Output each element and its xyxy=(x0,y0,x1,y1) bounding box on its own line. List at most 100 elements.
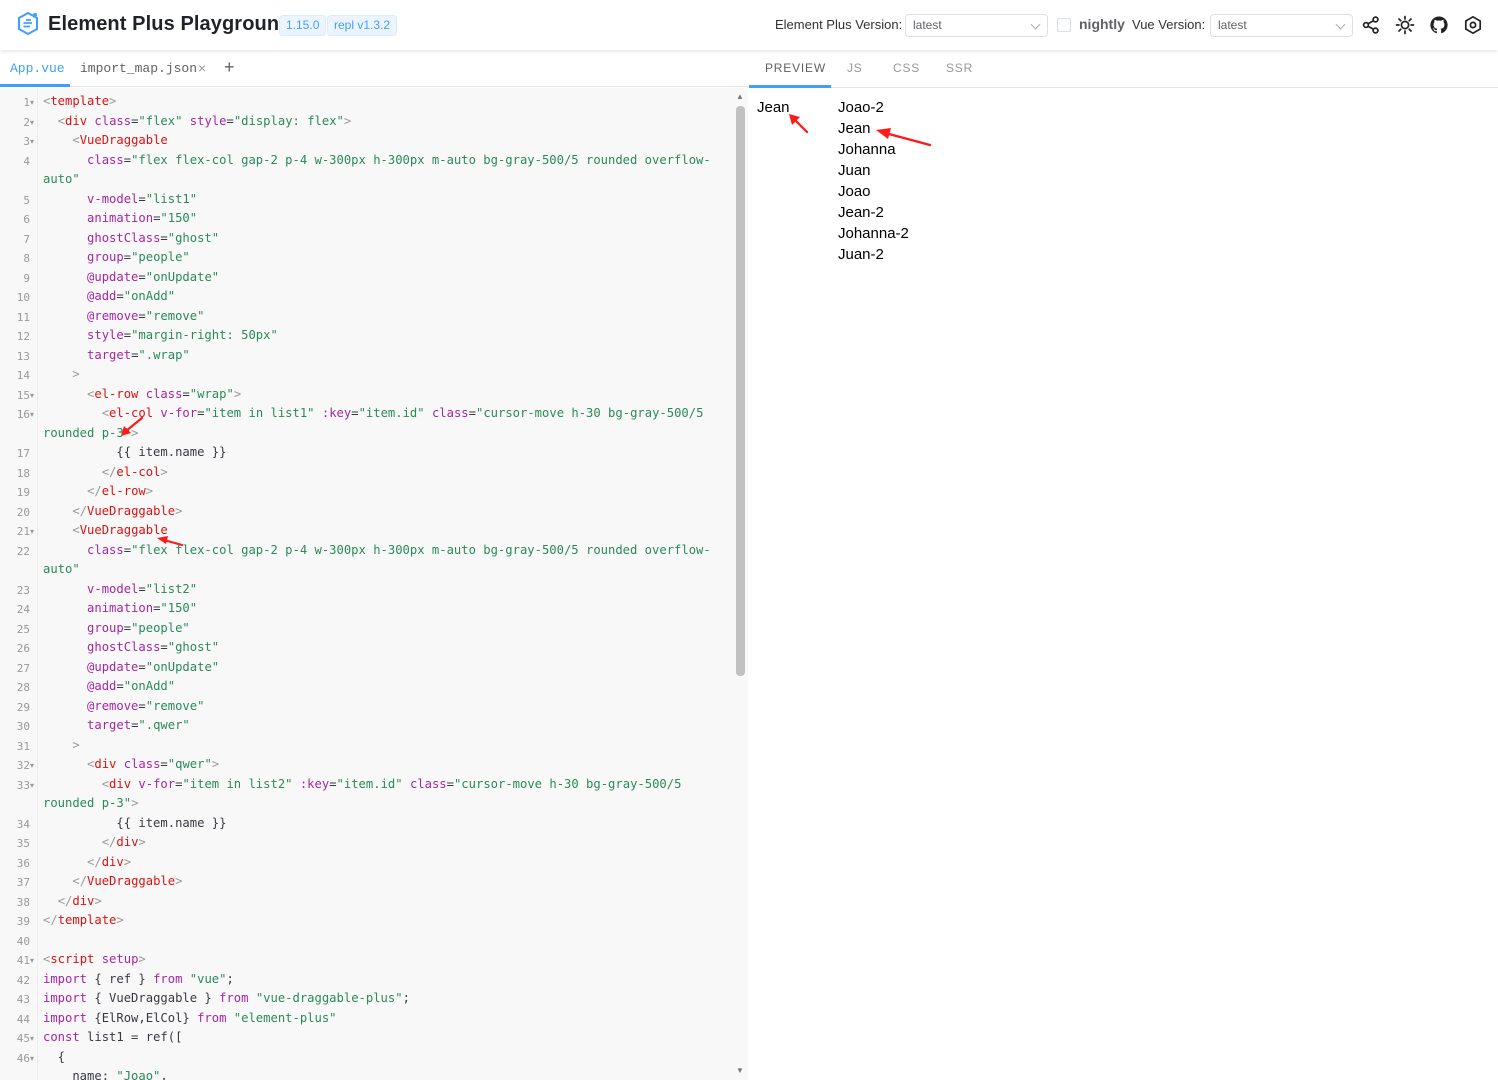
code-line[interactable]: auto" xyxy=(43,560,80,580)
close-icon[interactable]: × xyxy=(198,60,206,76)
fold-chevron-icon[interactable]: ▾ xyxy=(30,410,34,419)
fold-chevron-icon[interactable]: ▾ xyxy=(30,1054,34,1063)
code-line[interactable]: target=".qwer" xyxy=(43,716,190,736)
code-line[interactable]: auto" xyxy=(43,170,80,190)
code-line[interactable]: @remove="remove" xyxy=(43,697,204,717)
code-line[interactable]: ghostClass="ghost" xyxy=(43,229,219,249)
tab-ssr[interactable]: SSR xyxy=(946,61,973,75)
code-line[interactable]: @add="onAdd" xyxy=(43,677,175,697)
fold-chevron-icon[interactable]: ▾ xyxy=(30,527,34,536)
editor-scrollbar[interactable] xyxy=(736,106,745,676)
tab-css[interactable]: CSS xyxy=(893,61,920,75)
code-line[interactable]: </div> xyxy=(43,833,146,853)
code-line[interactable]: class="flex flex-col gap-2 p-4 w-300px h… xyxy=(43,541,711,561)
file-tab-app-vue[interactable]: App.vue xyxy=(10,61,65,76)
code-token: "vue-draggable-plus" xyxy=(255,991,403,1005)
tab-js[interactable]: JS xyxy=(847,61,863,75)
code-line[interactable]: <VueDraggable xyxy=(43,131,167,151)
code-line[interactable]: { xyxy=(43,1048,65,1068)
line-number: 8 xyxy=(23,252,30,265)
code-line[interactable]: v-model="list1" xyxy=(43,190,197,210)
code-line[interactable]: @update="onUpdate" xyxy=(43,658,219,678)
code-line[interactable]: </template> xyxy=(43,911,124,931)
code-line[interactable]: </VueDraggable> xyxy=(43,502,182,522)
code-line[interactable]: </el-row> xyxy=(43,482,153,502)
line-number: 46 xyxy=(16,1051,30,1065)
fold-chevron-icon[interactable]: ▾ xyxy=(30,118,34,127)
add-file-icon[interactable]: + xyxy=(224,57,235,78)
list2-item[interactable]: Jean xyxy=(838,120,871,137)
code-line[interactable]: > xyxy=(43,736,79,756)
fold-chevron-icon[interactable]: ▾ xyxy=(30,137,34,146)
code-token: el-row xyxy=(101,484,146,498)
code-line[interactable]: ghostClass="ghost" xyxy=(43,638,219,658)
fold-chevron-icon[interactable]: ▾ xyxy=(30,98,34,107)
code-line[interactable]: {{ item.name }} xyxy=(43,814,226,834)
line-number: 28 xyxy=(16,681,30,694)
element-plus-version-select[interactable]: latest xyxy=(905,14,1048,37)
tab-preview[interactable]: PREVIEW xyxy=(765,61,826,75)
fold-chevron-icon[interactable]: ▾ xyxy=(30,1034,34,1043)
code-line[interactable]: <template> xyxy=(43,92,116,112)
code-editor[interactable]: 1 ▾ 2 ▾ 3 ▾ 4 5 6 7 8 9 10 11 12 13 14 15 ▾ 16 ▾ 17 18 19 20 21 ▾ 2… xyxy=(0,88,748,1080)
github-icon[interactable] xyxy=(1429,15,1449,35)
fold-chevron-icon[interactable]: ▾ xyxy=(30,761,34,770)
list2-item[interactable]: Johanna-2 xyxy=(838,225,909,242)
fold-chevron-icon[interactable]: ▾ xyxy=(30,956,34,965)
code-token: "cursor-move h-30 bg-gray-500/5 xyxy=(453,776,682,791)
code-line[interactable]: <div v-for="item in list2" :key="item.id… xyxy=(43,775,682,795)
code-line[interactable]: </div> xyxy=(43,892,102,912)
code-line[interactable]: name: "Joao", xyxy=(43,1067,168,1080)
code-line[interactable]: @update="onUpdate" xyxy=(43,268,219,288)
code-line[interactable]: target=".wrap" xyxy=(43,346,190,366)
code-line[interactable]: animation="150" xyxy=(43,209,197,229)
list2-item[interactable]: Juan-2 xyxy=(838,246,884,263)
chevron-down-icon xyxy=(1335,19,1346,30)
share-icon[interactable] xyxy=(1361,15,1381,35)
scroll-down-arrow-icon[interactable]: ▼ xyxy=(736,1066,744,1075)
code-line[interactable]: <div class="qwer"> xyxy=(43,755,219,775)
fold-chevron-icon[interactable]: ▾ xyxy=(30,391,34,400)
code-line[interactable]: v-model="list2" xyxy=(43,580,197,600)
code-token: , xyxy=(160,1069,168,1080)
file-tab-import-map[interactable]: import_map.json xyxy=(80,61,197,76)
code-line[interactable]: <VueDraggable xyxy=(43,521,167,541)
code-line[interactable]: group="people" xyxy=(43,248,190,268)
list2-item[interactable]: Juan xyxy=(838,162,871,179)
list1-item[interactable]: Jean xyxy=(757,99,790,116)
fold-chevron-icon[interactable]: ▾ xyxy=(30,781,34,790)
code-line[interactable]: </el-col> xyxy=(43,463,168,483)
list2-item[interactable]: Joao-2 xyxy=(838,99,884,116)
code-line[interactable]: rounded p-3"> xyxy=(43,794,138,814)
settings-icon[interactable] xyxy=(1463,15,1483,35)
code-line[interactable]: </div> xyxy=(43,853,131,873)
nightly-checkbox[interactable] xyxy=(1057,18,1071,32)
annotation-arrow-icon xyxy=(789,114,809,134)
code-line[interactable]: import { ref } from "vue"; xyxy=(43,970,234,990)
code-token: from xyxy=(219,991,249,1005)
code-line[interactable]: {{ item.name }} xyxy=(43,443,226,463)
vue-version-select[interactable]: latest xyxy=(1210,14,1353,37)
list2-item[interactable]: Joao xyxy=(838,183,871,200)
code-line[interactable]: style="margin-right: 50px" xyxy=(43,326,278,346)
code-line[interactable]: import {ElRow,ElCol} from "element-plus" xyxy=(43,1009,337,1029)
code-line[interactable]: class="flex flex-col gap-2 p-4 w-300px h… xyxy=(43,151,711,171)
sun-icon[interactable] xyxy=(1395,15,1415,35)
code-line[interactable]: > xyxy=(43,365,79,385)
code-line[interactable]: <script setup> xyxy=(43,950,146,970)
list2-item[interactable]: Jean-2 xyxy=(838,204,884,221)
code-line[interactable]: <div class="flex" style="display: flex"> xyxy=(43,112,352,132)
code-line[interactable]: @add="onAdd" xyxy=(43,287,175,307)
code-line[interactable]: import { VueDraggable } from "vue-dragga… xyxy=(43,989,410,1009)
scroll-up-arrow-icon[interactable]: ▲ xyxy=(736,92,744,101)
code-line[interactable]: @remove="remove" xyxy=(43,307,204,327)
code-line[interactable]: <el-row class="wrap"> xyxy=(43,385,241,405)
line-number: 15 xyxy=(16,388,30,402)
code-line[interactable]: </VueDraggable> xyxy=(43,872,182,892)
code-line[interactable]: const list1 = ref([ xyxy=(43,1028,182,1048)
code-line[interactable]: animation="150" xyxy=(43,599,197,619)
code-line[interactable]: group="people" xyxy=(43,619,190,639)
